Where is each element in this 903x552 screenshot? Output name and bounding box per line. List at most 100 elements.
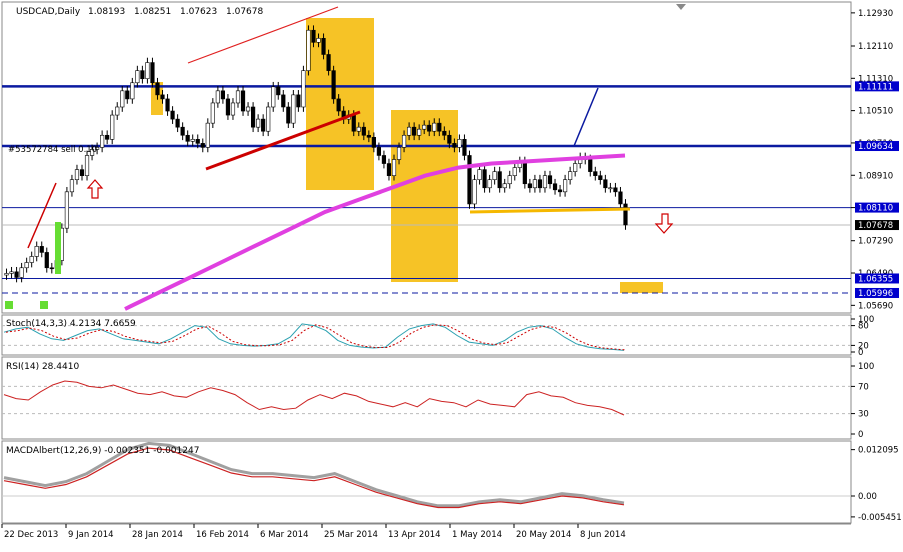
candle-body xyxy=(74,169,80,181)
price-tick-label: 1.05690 xyxy=(858,301,893,311)
candle-body xyxy=(487,179,492,189)
candle-body xyxy=(371,136,376,148)
candle-body xyxy=(417,128,422,136)
candle-body xyxy=(361,126,366,136)
candle-body xyxy=(623,203,628,226)
candle-body xyxy=(49,267,54,270)
level-badge-label: 1.09634 xyxy=(858,142,893,152)
candle-body xyxy=(19,267,24,278)
indicator-tick-label: 100 xyxy=(858,362,874,372)
order-label: #53572784 sell 0.10 xyxy=(8,145,97,155)
candle-body xyxy=(180,126,185,136)
candle-body xyxy=(603,179,608,189)
candle-body xyxy=(401,134,407,148)
candle-body xyxy=(240,90,246,112)
candle-body xyxy=(79,169,85,176)
candle-body xyxy=(557,189,563,193)
candle-body xyxy=(542,175,548,189)
candle-body xyxy=(331,70,336,100)
candle-body xyxy=(356,126,361,132)
candle-body xyxy=(140,70,145,80)
candle-body xyxy=(482,169,487,189)
candle-body xyxy=(497,171,502,189)
candle-body xyxy=(427,124,432,132)
candle-body xyxy=(64,191,70,229)
candle-body xyxy=(512,167,517,176)
stoch-label: Stoch(14,3,3) 4.2134 7.6659 xyxy=(6,319,136,329)
candle-body xyxy=(120,90,125,108)
candle-body xyxy=(552,183,558,191)
candle-body xyxy=(125,90,130,100)
candle-body xyxy=(321,38,326,55)
candle-body xyxy=(250,106,256,128)
level-badge-label: 1.05996 xyxy=(858,289,893,299)
candle-body xyxy=(502,183,507,189)
candle-body xyxy=(588,159,593,172)
candle-body xyxy=(170,110,175,120)
candle-body xyxy=(245,106,251,112)
indicator-tick-label: 0 xyxy=(858,348,863,358)
candle-body xyxy=(271,86,276,108)
candle-body xyxy=(175,118,180,128)
candle-body xyxy=(160,94,165,100)
indicator-tick-label: 0.012095 xyxy=(858,446,899,456)
candle-body xyxy=(165,98,170,112)
candle-body xyxy=(135,70,140,84)
candle-body xyxy=(467,155,472,205)
candle-body xyxy=(39,246,44,253)
candle-body xyxy=(537,179,543,189)
indicator-tick-label: 80 xyxy=(858,322,869,332)
signal-square xyxy=(40,301,48,309)
candle-body xyxy=(568,171,573,181)
candle-body xyxy=(412,126,417,136)
candle-body xyxy=(326,54,331,71)
indicator-tick-label: 30 xyxy=(858,410,869,420)
candle-body xyxy=(432,122,437,132)
time-tick-label: 20 May 2014 xyxy=(516,530,571,540)
candle-body xyxy=(462,139,467,156)
candle-body xyxy=(24,262,29,269)
price-tick-label: 1.12930 xyxy=(858,9,893,19)
candle-body xyxy=(281,94,286,108)
candle-body xyxy=(291,94,296,124)
price-tick-label: 1.12110 xyxy=(858,42,893,52)
zone-box xyxy=(620,282,663,293)
indicator-tick-label: 70 xyxy=(858,382,869,392)
candle-body xyxy=(296,94,301,108)
candle-body xyxy=(100,134,105,148)
candle-body xyxy=(215,90,220,104)
candle-body xyxy=(386,163,392,176)
time-tick-label: 22 Dec 2013 xyxy=(4,530,58,540)
candle-body xyxy=(422,124,427,130)
candle-body xyxy=(84,155,90,176)
candle-body xyxy=(507,175,512,185)
ohlc-low: 1.07623 xyxy=(180,7,217,17)
candle-body xyxy=(29,256,34,263)
candle-body xyxy=(351,114,356,132)
signal-bar xyxy=(55,222,61,274)
candle-body xyxy=(316,38,321,43)
candle-body xyxy=(115,106,120,116)
candle-body xyxy=(220,90,226,100)
candle-body xyxy=(457,139,462,148)
candle-body xyxy=(391,159,397,176)
candle-body xyxy=(452,143,457,148)
candle-body xyxy=(598,175,603,181)
candle-body xyxy=(527,183,532,189)
candle-body xyxy=(261,118,266,132)
candle-body xyxy=(442,130,447,136)
candle-body xyxy=(145,62,150,80)
candle-body xyxy=(301,70,306,108)
macd-label: MACDAlbert(12,26,9) -0.002351 -0.001247 xyxy=(6,446,199,456)
time-tick-label: 25 Mar 2014 xyxy=(324,530,378,540)
candle-body xyxy=(200,143,205,148)
level-badge-label: 1.07678 xyxy=(858,221,893,231)
time-tick-label: 8 Jun 2014 xyxy=(580,530,626,540)
candle-body xyxy=(381,155,387,164)
candle-body xyxy=(618,191,623,205)
candle-body xyxy=(110,114,115,140)
candle-body xyxy=(573,163,578,172)
price-tick-label: 1.08910 xyxy=(858,171,893,181)
indicator-tick-label: 0.00 xyxy=(858,492,877,502)
candle-body xyxy=(311,29,316,43)
